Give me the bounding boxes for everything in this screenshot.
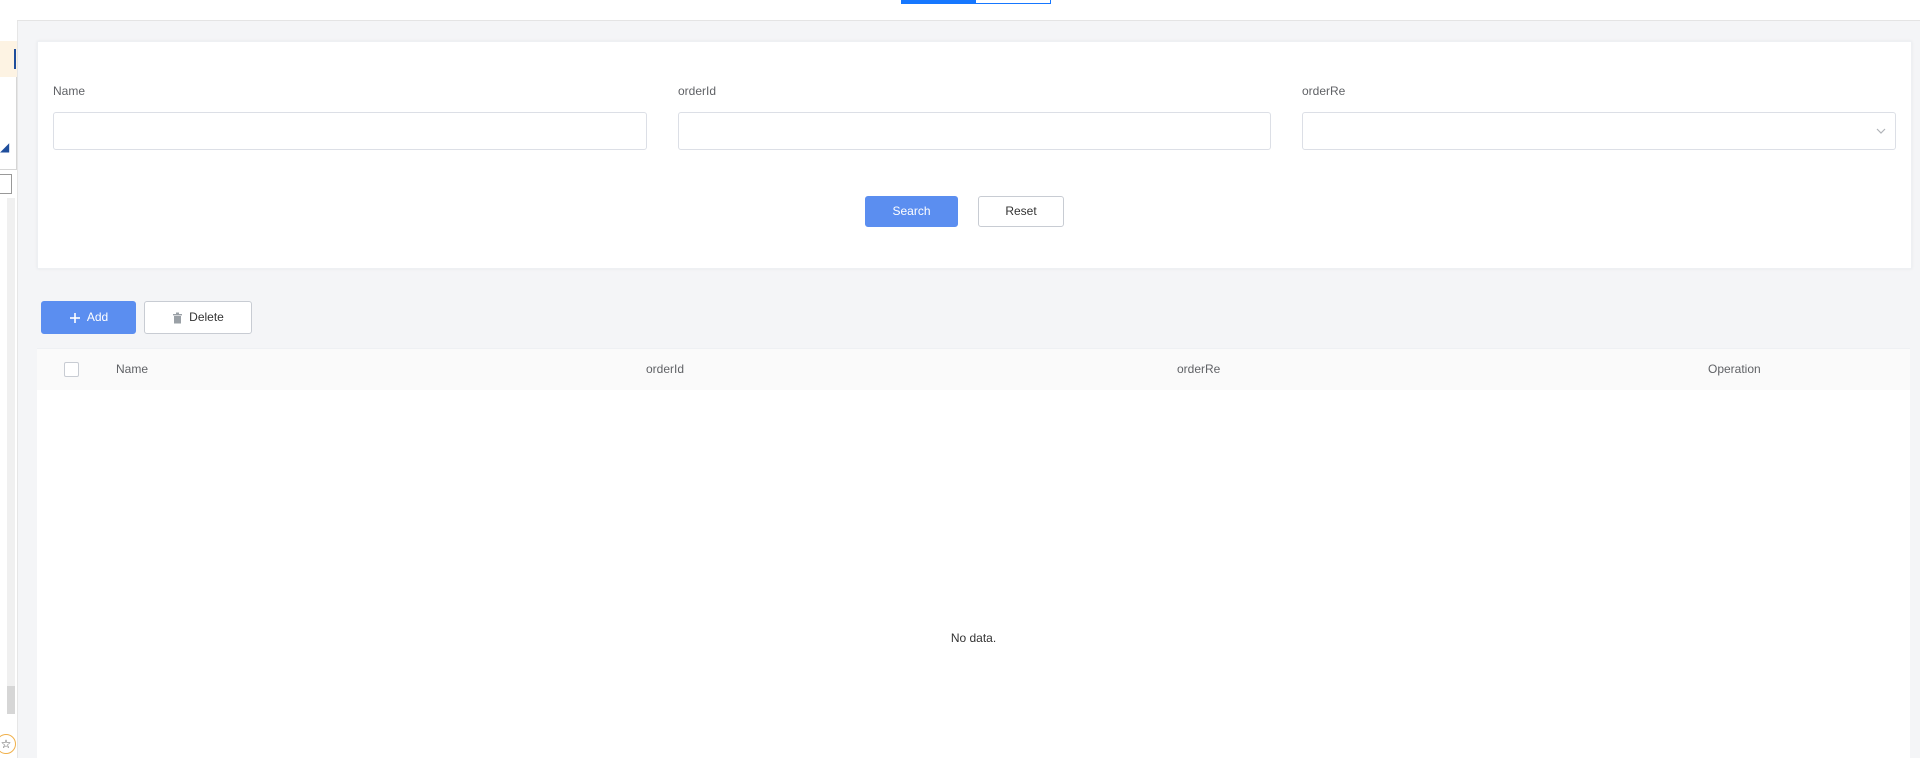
reset-button[interactable]: Reset (978, 196, 1064, 227)
sidebar-panel (0, 77, 17, 170)
plus-icon (69, 312, 80, 323)
chevron-down-icon (1876, 128, 1886, 134)
sidebar-scrollbar-track[interactable] (7, 198, 15, 703)
top-bar (17, 0, 1920, 21)
add-button[interactable]: Add (41, 301, 136, 334)
select-all-checkbox[interactable] (64, 362, 79, 377)
top-tab-inactive[interactable] (975, 0, 1051, 4)
active-indicator (14, 49, 16, 69)
sidebar-active-item[interactable] (0, 41, 17, 77)
delete-button-label: Delete (189, 310, 224, 324)
orderre-select[interactable] (1302, 112, 1896, 150)
pin-icon[interactable]: ◢ (0, 140, 9, 154)
left-sidebar: ◢ ☆ (0, 0, 18, 758)
column-header-orderid[interactable]: orderId (646, 362, 684, 376)
delete-button[interactable]: Delete (144, 301, 252, 334)
add-button-label: Add (86, 310, 109, 324)
column-header-orderre[interactable]: orderRe (1177, 362, 1220, 376)
column-header-operation[interactable]: Operation (1708, 362, 1761, 376)
search-button[interactable]: Search (865, 196, 958, 227)
empty-state-text: No data. (950, 631, 997, 645)
sidebar-scrollbar-thumb[interactable] (7, 686, 15, 714)
name-input[interactable] (53, 112, 647, 150)
column-header-name[interactable]: Name (116, 362, 148, 376)
top-tab-active[interactable] (901, 0, 975, 4)
star-icon[interactable]: ☆ (0, 734, 16, 754)
table-header: Name orderId orderRe Operation (37, 348, 1910, 392)
orderid-input[interactable] (678, 112, 1271, 150)
table-body: No data. (37, 390, 1910, 758)
orderid-field-label: orderId (678, 84, 717, 98)
trash-icon (173, 312, 183, 324)
sidebar-mini-button[interactable] (0, 174, 12, 194)
orderre-field-label: orderRe (1302, 84, 1346, 98)
name-field-label: Name (53, 84, 86, 98)
search-form-card: Name orderId orderRe Search Reset (37, 41, 1912, 269)
